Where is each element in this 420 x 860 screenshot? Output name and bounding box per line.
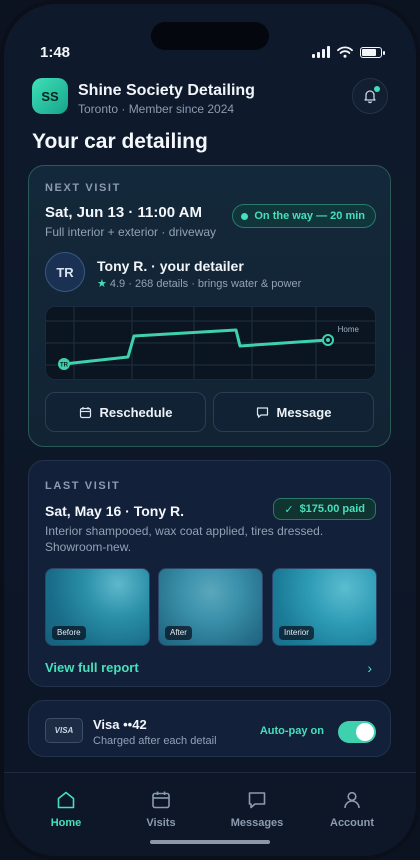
photo-before[interactable]: Before [45,568,150,646]
tab-home[interactable]: Home [26,789,106,829]
tab-visits-label: Visits [146,817,176,829]
visa-logo: VISA [45,718,83,743]
next-visit-card: NEXT VISIT Sat, Jun 13 · 11:00 AM Full i… [28,165,391,447]
screen: 1:48 SS Shine Society Detailing Toronto … [4,4,416,856]
chat-icon [256,406,268,418]
on-the-way-badge: On the way — 20 min [232,204,376,228]
star-icon: ★ [97,278,107,290]
home-icon [57,791,75,809]
calendar-icon [152,791,170,809]
payment-card: VISA Visa ••42 Charged after each detail… [28,700,391,757]
detailer-rating-text: 4.9 · 268 details · brings water & power [109,278,302,290]
status-time: 1:48 [40,44,71,61]
paid-label: $175.00 paid [299,503,365,515]
message-button[interactable]: Message [213,392,374,432]
detailer-avatar[interactable]: TR [45,252,85,292]
tab-messages[interactable]: Messages [217,789,297,829]
card-subtitle: Charged after each detail [93,735,217,747]
dynamic-island [151,22,269,50]
live-dot-icon [241,212,249,220]
calendar-icon [79,406,91,418]
next-visit-eyebrow: NEXT VISIT [45,182,121,194]
tab-messages-label: Messages [230,817,284,829]
last-visit-card: LAST VISIT Sat, May 16 · Tony R. ✓ $175.… [28,460,391,687]
notification-dot [374,86,380,92]
on-the-way-label: On the way — 20 min [254,210,365,222]
detailer-name: Tony R. · your detailer [97,258,244,274]
last-visit-eyebrow: LAST VISIT [45,480,121,492]
last-visit-description: Interior shampooed, wax coat applied, ti… [45,524,324,554]
cellular-signal-icon [312,46,330,58]
person-icon [344,791,360,809]
tab-account-label: Account [330,817,374,829]
phone-frame: 1:48 SS Shine Society Detailing Toronto … [0,0,420,860]
autopay-label: Auto-pay on [259,725,324,737]
view-full-report-link[interactable]: View full report [45,660,139,675]
home-indicator[interactable] [150,840,270,844]
battery-icon [360,46,385,58]
chevron-right-icon[interactable]: › [367,660,372,676]
reschedule-label: Reschedule [99,404,173,420]
check-icon: ✓ [284,503,294,516]
paid-badge: ✓ $175.00 paid [273,498,376,520]
card-name: Visa ••42 [93,717,147,732]
map-grid: TR [46,307,375,379]
detailer-rating: ★ 4.9 · 268 details · brings water & powe… [97,277,301,290]
notifications-button[interactable] [352,78,388,114]
photo-after[interactable]: After [158,568,263,646]
app-header: SS Shine Society Detailing Toronto · Mem… [32,78,388,118]
detailer-marker-label: TR [60,363,69,369]
status-icons [312,46,385,58]
tab-visits[interactable]: Visits [121,789,201,829]
tab-home-label: Home [50,817,82,829]
tab-account[interactable]: Account [312,789,392,829]
photo-tag: Before [52,626,86,640]
photo-interior[interactable]: Interior [272,568,377,646]
business-name: Shine Society Detailing [78,82,255,99]
last-visit-date: Sat, May 16 · Tony R. [45,503,184,519]
route-line [63,328,329,366]
page-title: Your car detailing [32,130,208,153]
photo-tag: Interior [279,626,314,640]
tracking-map[interactable]: TR Home [45,306,376,380]
wifi-icon [337,46,353,58]
reschedule-button[interactable]: Reschedule [45,392,206,432]
business-logo: SS [32,78,68,114]
business-subtitle: Toronto · Member since 2024 [78,102,235,116]
next-visit-services: Full interior + exterior · driveway [45,225,217,239]
next-visit-date: Sat, Jun 13 · 11:00 AM [45,204,203,221]
message-label: Message [276,404,332,420]
photo-tag: After [165,626,192,640]
autopay-toggle[interactable] [338,721,376,743]
map-home-label: Home [337,325,359,334]
chat-icon [248,792,266,809]
